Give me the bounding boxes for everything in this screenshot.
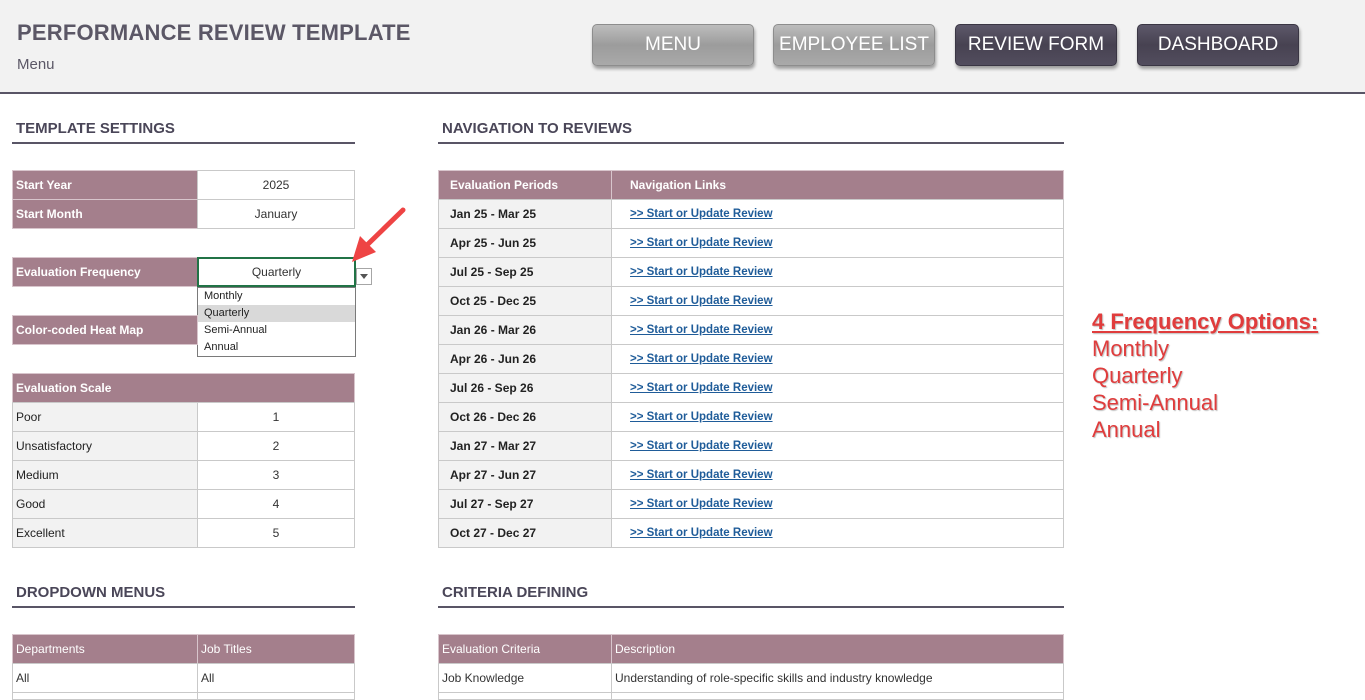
frequency-dropdown-list: Monthly Quarterly Semi-Annual Annual (197, 287, 356, 357)
evaluation-period-cell: Oct 25 - Dec 25 (438, 286, 612, 316)
description-header: Description (611, 634, 1064, 664)
start-review-link[interactable]: >> Start or Update Review (630, 237, 773, 249)
evaluation-period-cell: Jan 26 - Mar 26 (438, 315, 612, 345)
review-form-button[interactable]: REVIEW FORM (955, 24, 1117, 66)
evaluation-period-cell: Apr 25 - Jun 25 (438, 228, 612, 258)
evaluation-scale-header: Evaluation Scale (12, 373, 355, 403)
frequency-options-note: 4 Frequency Options: Monthly Quarterly S… (1092, 308, 1318, 443)
start-review-link[interactable]: >> Start or Update Review (630, 353, 773, 365)
template-settings-title: TEMPLATE SETTINGS (12, 120, 355, 144)
start-month-value[interactable]: January (197, 199, 355, 229)
navigation-link-cell: >> Start or Update Review (611, 489, 1064, 519)
navigation-link-cell: >> Start or Update Review (611, 257, 1064, 287)
scale-label: Excellent (12, 518, 198, 548)
header-bar: PERFORMANCE REVIEW TEMPLATE Menu MENU EM… (0, 0, 1365, 94)
frequency-option-semi-annual[interactable]: Semi-Annual (198, 322, 355, 339)
dashboard-button[interactable]: DASHBOARD (1137, 24, 1299, 66)
scale-value[interactable]: 3 (197, 460, 355, 490)
start-year-label: Start Year (12, 170, 198, 200)
evaluation-period-cell: Oct 26 - Dec 26 (438, 402, 612, 432)
navigation-title: NAVIGATION TO REVIEWS (438, 120, 1064, 144)
start-review-link[interactable]: >> Start or Update Review (630, 324, 773, 336)
start-review-link[interactable]: >> Start or Update Review (630, 469, 773, 481)
criteria-title: CRITERIA DEFINING (438, 584, 1064, 608)
scale-label: Unsatisfactory (12, 431, 198, 461)
navigation-link-cell: >> Start or Update Review (611, 315, 1064, 345)
evaluation-period-cell: Jan 25 - Mar 25 (438, 199, 612, 229)
navigation-link-cell: >> Start or Update Review (611, 518, 1064, 548)
department-cell[interactable]: All (12, 663, 198, 693)
evaluation-period-cell: Apr 27 - Jun 27 (438, 460, 612, 490)
job-title-cell[interactable]: All (197, 663, 355, 693)
heatmap-label: Color-coded Heat Map (12, 315, 198, 345)
evaluation-period-cell: Oct 27 - Dec 27 (438, 518, 612, 548)
scale-label: Medium (12, 460, 198, 490)
criteria-cell-next[interactable] (438, 692, 612, 700)
note-item: Annual (1092, 417, 1161, 442)
start-review-link[interactable]: >> Start or Update Review (630, 266, 773, 278)
job-title-cell-next[interactable] (197, 692, 355, 700)
start-year-value[interactable]: 2025 (197, 170, 355, 200)
note-title: 4 Frequency Options: (1092, 309, 1319, 334)
start-review-link[interactable]: >> Start or Update Review (630, 527, 773, 539)
app-title: PERFORMANCE REVIEW TEMPLATE (17, 20, 411, 45)
frequency-option-monthly[interactable]: Monthly (198, 288, 355, 305)
frequency-select[interactable]: Quarterly (197, 257, 356, 287)
evaluation-period-cell: Apr 26 - Jun 26 (438, 344, 612, 374)
evaluation-period-cell: Jul 25 - Sep 25 (438, 257, 612, 287)
criteria-cell[interactable]: Job Knowledge (438, 663, 612, 693)
department-cell-next[interactable] (12, 692, 198, 700)
navigation-link-cell: >> Start or Update Review (611, 373, 1064, 403)
scale-label: Poor (12, 402, 198, 432)
start-month-label: Start Month (12, 199, 198, 229)
start-review-link[interactable]: >> Start or Update Review (630, 382, 773, 394)
red-arrow-icon (352, 207, 406, 262)
evaluation-periods-header: Evaluation Periods (438, 170, 612, 200)
job-titles-header: Job Titles (197, 634, 355, 664)
scale-value[interactable]: 1 (197, 402, 355, 432)
frequency-option-annual[interactable]: Annual (198, 339, 355, 356)
scale-value[interactable]: 2 (197, 431, 355, 461)
navigation-link-cell: >> Start or Update Review (611, 228, 1064, 258)
app-subtitle: Menu (17, 56, 55, 73)
evaluation-period-cell: Jul 27 - Sep 27 (438, 489, 612, 519)
note-item: Monthly (1092, 336, 1170, 361)
frequency-label: Evaluation Frequency (12, 257, 198, 287)
navigation-link-cell: >> Start or Update Review (611, 402, 1064, 432)
scale-value[interactable]: 4 (197, 489, 355, 519)
navigation-links-header: Navigation Links (611, 170, 1064, 200)
description-cell-next[interactable] (611, 692, 1064, 700)
navigation-link-cell: >> Start or Update Review (611, 344, 1064, 374)
departments-header: Departments (12, 634, 198, 664)
dropdown-menus-title: DROPDOWN MENUS (12, 584, 355, 608)
employee-list-button[interactable]: EMPLOYEE LIST (773, 24, 935, 66)
start-review-link[interactable]: >> Start or Update Review (630, 440, 773, 452)
navigation-link-cell: >> Start or Update Review (611, 286, 1064, 316)
navigation-link-cell: >> Start or Update Review (611, 199, 1064, 229)
start-review-link[interactable]: >> Start or Update Review (630, 498, 773, 510)
scale-label: Good (12, 489, 198, 519)
description-cell[interactable]: Understanding of role-specific skills an… (611, 663, 1064, 693)
start-review-link[interactable]: >> Start or Update Review (630, 208, 773, 220)
start-review-link[interactable]: >> Start or Update Review (630, 295, 773, 307)
note-item: Quarterly (1092, 363, 1183, 388)
frequency-option-quarterly[interactable]: Quarterly (198, 305, 355, 322)
evaluation-period-cell: Jul 26 - Sep 26 (438, 373, 612, 403)
navigation-link-cell: >> Start or Update Review (611, 460, 1064, 490)
menu-button[interactable]: MENU (592, 24, 754, 66)
start-review-link[interactable]: >> Start or Update Review (630, 411, 773, 423)
navigation-link-cell: >> Start or Update Review (611, 431, 1064, 461)
evaluation-criteria-header: Evaluation Criteria (438, 634, 612, 664)
note-item: Semi-Annual (1092, 390, 1218, 415)
scale-value[interactable]: 5 (197, 518, 355, 548)
evaluation-period-cell: Jan 27 - Mar 27 (438, 431, 612, 461)
